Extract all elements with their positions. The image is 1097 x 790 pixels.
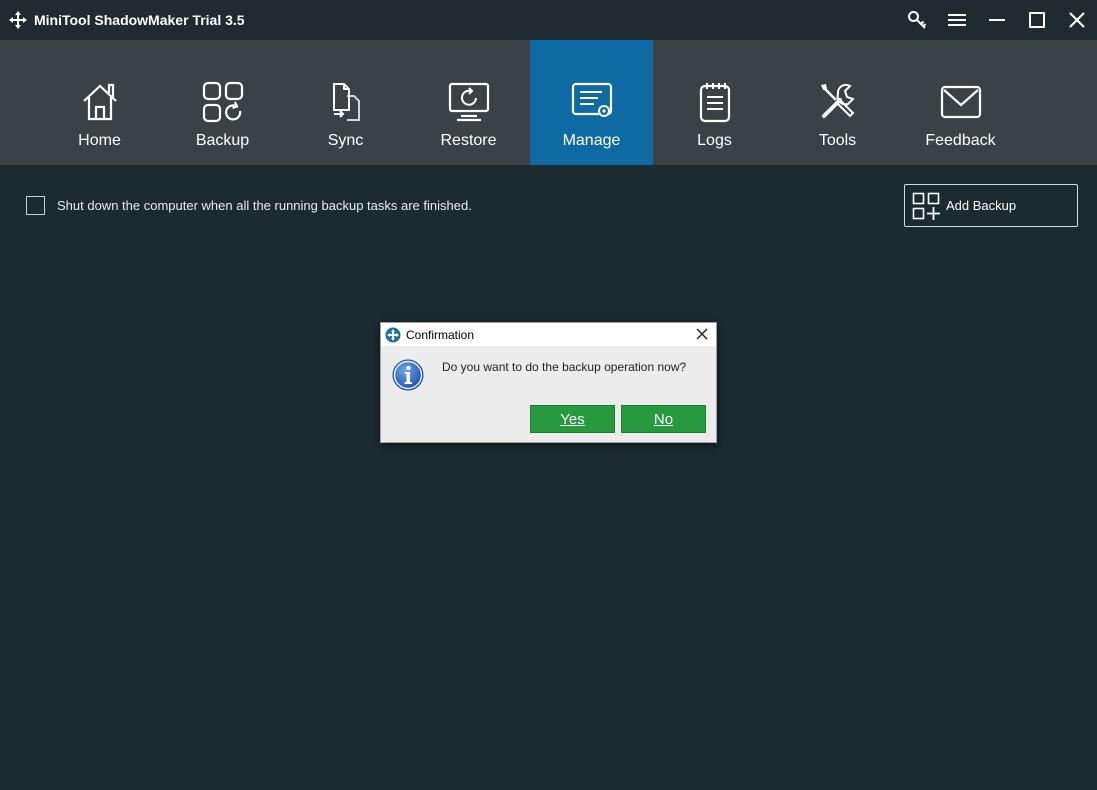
- nav-item-logs[interactable]: Logs: [653, 40, 776, 165]
- confirmation-dialog: Confirmation Do you want to do the backu…: [380, 322, 717, 443]
- shutdown-label: Shut down the computer when all the runn…: [57, 198, 472, 213]
- nav-item-feedback[interactable]: Feedback: [899, 40, 1022, 165]
- feedback-icon: [940, 85, 981, 119]
- add-backup-icon: [912, 192, 940, 220]
- minimize-icon[interactable]: [977, 0, 1017, 40]
- nav-item-backup[interactable]: Backup: [161, 40, 284, 165]
- nav-item-manage[interactable]: Manage: [530, 40, 653, 165]
- menu-icon[interactable]: [937, 0, 977, 40]
- manage-icon: [571, 82, 612, 117]
- nav-label: Sync: [327, 132, 364, 149]
- dialog-title-bar: Confirmation: [381, 323, 716, 346]
- manage-panel: Shut down the computer when all the runn…: [0, 165, 1097, 790]
- yes-button[interactable]: Yes: [530, 405, 615, 433]
- restore-icon: [448, 82, 489, 122]
- nav-label: Backup: [195, 132, 250, 149]
- dialog-body: Do you want to do the backup operation n…: [381, 346, 716, 443]
- minitool-logo-icon: [385, 327, 401, 342]
- shutdown-option: Shut down the computer when all the runn…: [26, 196, 472, 215]
- nav-label: Logs: [697, 132, 732, 149]
- sync-icon: [332, 83, 360, 121]
- backup-icon: [202, 81, 243, 123]
- tools-icon: [820, 83, 855, 118]
- info-icon: [392, 359, 424, 391]
- dialog-message: Do you want to do the backup operation n…: [442, 360, 687, 374]
- nav-item-restore[interactable]: Restore: [407, 40, 530, 165]
- window-title: MiniTool ShadowMaker Trial 3.5: [34, 12, 245, 28]
- nav-item-home[interactable]: Home: [38, 40, 161, 165]
- minitool-logo-icon: [9, 11, 27, 29]
- title-bar: MiniTool ShadowMaker Trial 3.5: [0, 0, 1097, 40]
- home-icon: [82, 83, 117, 121]
- nav-label: Restore: [440, 132, 497, 149]
- main-nav: Home Backup Sync Restore Manage Logs Too…: [0, 40, 1097, 165]
- logs-icon: [699, 83, 730, 123]
- nav-label: Tools: [818, 132, 857, 149]
- nav-label: Manage: [562, 132, 621, 149]
- nav-label: Feedback: [925, 132, 996, 149]
- nav-label: Home: [78, 132, 121, 149]
- add-backup-button[interactable]: Add Backup: [904, 184, 1078, 227]
- no-button[interactable]: No: [621, 405, 706, 433]
- dialog-close-icon[interactable]: [694, 326, 710, 342]
- add-backup-label: Add Backup: [946, 198, 1017, 213]
- close-icon[interactable]: [1057, 0, 1097, 40]
- dialog-title: Confirmation: [406, 327, 475, 342]
- key-icon[interactable]: [897, 0, 937, 40]
- shutdown-checkbox[interactable]: [26, 196, 45, 215]
- app-window: MiniTool ShadowMaker Trial 3.5 Home Back…: [0, 0, 1097, 790]
- nav-item-tools[interactable]: Tools: [776, 40, 899, 165]
- nav-item-sync[interactable]: Sync: [284, 40, 407, 165]
- window-controls: [897, 0, 1097, 40]
- maximize-icon[interactable]: [1017, 0, 1057, 40]
